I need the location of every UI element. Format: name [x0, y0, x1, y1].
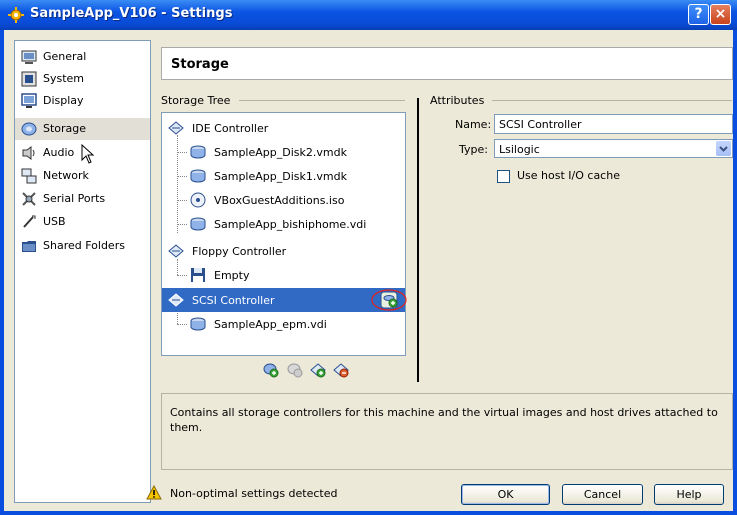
- shared-folders-icon: [22, 241, 36, 252]
- controller-icon: [168, 293, 184, 307]
- description-panel: Contains all storage controllers for thi…: [161, 393, 733, 470]
- hard-disk-icon: [190, 317, 206, 331]
- sidebar-item-serial-ports[interactable]: Serial Ports: [15, 188, 150, 210]
- window-title: SampleApp_V106 - Settings: [30, 6, 233, 21]
- tree-item-label: SampleApp_epm.vdi: [214, 318, 327, 331]
- tree-item-ide-controller[interactable]: IDE Controller: [162, 116, 405, 140]
- tree-item-scsi-controller[interactable]: SCSI Controller: [162, 288, 407, 312]
- serial-ports-icon: [22, 192, 36, 206]
- hard-disk-icon: [190, 145, 206, 159]
- type-label: Type:: [459, 143, 488, 156]
- tree-item-label: Floppy Controller: [192, 245, 287, 258]
- ok-button[interactable]: OK: [461, 484, 550, 505]
- cancel-label: Cancel: [583, 488, 622, 501]
- sidebar-item-label: USB: [43, 215, 66, 228]
- network-icon: [21, 168, 37, 184]
- sidebar-item-label: Shared Folders: [43, 239, 125, 252]
- sidebar-item-shared-folders[interactable]: Shared Folders: [15, 235, 150, 257]
- name-field[interactable]: SCSI Controller: [494, 114, 733, 134]
- close-button[interactable]: ×: [710, 4, 731, 25]
- help-button[interactable]: Help: [654, 484, 724, 505]
- gear-icon: [8, 7, 24, 23]
- tree-item-label: SCSI Controller: [192, 294, 275, 307]
- close-icon: ×: [714, 6, 727, 22]
- page-header: Storage: [161, 47, 733, 80]
- controller-icon: [168, 121, 184, 135]
- tree-item-label: SampleApp_Disk2.vmdk: [214, 146, 347, 159]
- sidebar-item-general[interactable]: General: [15, 46, 150, 68]
- sidebar-item-network[interactable]: Network: [15, 165, 150, 187]
- hard-disk-icon: [190, 217, 206, 231]
- remove-attachment-icon[interactable]: [287, 362, 303, 378]
- warning-icon: [146, 485, 162, 500]
- tree-item-label: Empty: [214, 269, 250, 282]
- tree-item-label: SampleApp_Disk1.vmdk: [214, 170, 347, 183]
- settings-sidebar: General System Display Storage Audio Net…: [14, 40, 151, 503]
- audio-icon: [22, 146, 35, 160]
- name-value: SCSI Controller: [499, 118, 582, 131]
- tree-item-floppy-empty[interactable]: Empty: [162, 263, 405, 287]
- add-attachment-icon[interactable]: [263, 362, 279, 378]
- tree-item-disk2[interactable]: SampleApp_Disk2.vmdk: [162, 140, 405, 164]
- storage-tree[interactable]: IDE Controller SampleApp_Disk2.vmdk Samp…: [161, 112, 407, 356]
- storage-tree-label: Storage Tree: [161, 94, 231, 107]
- storage-icon: [21, 122, 37, 136]
- usb-icon: [23, 215, 36, 228]
- group-separator: [492, 100, 732, 101]
- add-attachment-highlight-icon[interactable]: [370, 288, 410, 312]
- sidebar-item-system[interactable]: System: [15, 68, 150, 90]
- panel-splitter[interactable]: [417, 98, 419, 382]
- help-title-button[interactable]: ?: [688, 4, 709, 25]
- tree-item-floppy-controller[interactable]: Floppy Controller: [162, 239, 405, 263]
- floppy-icon: [191, 268, 205, 282]
- add-controller-icon[interactable]: [310, 362, 326, 378]
- attributes-label: Attributes: [430, 94, 485, 107]
- tree-item-label: IDE Controller: [192, 122, 269, 135]
- warning-text: Non-optimal settings detected: [170, 487, 338, 500]
- tree-item-label: SampleApp_bishiphome.vdi: [214, 218, 367, 231]
- sidebar-item-label: General: [43, 50, 87, 63]
- name-label: Name:: [455, 118, 492, 131]
- tree-item-guest-additions-iso[interactable]: VBoxGuestAdditions.iso: [162, 188, 405, 212]
- group-separator: [239, 100, 405, 101]
- sidebar-item-label: Audio: [43, 146, 75, 159]
- sidebar-item-storage[interactable]: Storage: [15, 118, 150, 140]
- type-select[interactable]: Lsilogic: [494, 139, 733, 158]
- page-title: Storage: [171, 57, 229, 72]
- host-io-cache-checkbox[interactable]: [497, 170, 510, 183]
- type-value: Lsilogic: [499, 143, 540, 156]
- mouse-cursor-icon: [81, 144, 95, 164]
- tree-item-label: VBoxGuestAdditions.iso: [214, 194, 345, 207]
- sidebar-item-label: System: [43, 72, 85, 85]
- hard-disk-icon: [190, 169, 206, 183]
- cancel-button[interactable]: Cancel: [562, 484, 643, 505]
- sidebar-item-display[interactable]: Display: [15, 90, 150, 112]
- sidebar-item-label: Display: [43, 94, 84, 107]
- tree-item-bishiphome-vdi[interactable]: SampleApp_bishiphome.vdi: [162, 212, 405, 236]
- remove-controller-icon[interactable]: [333, 362, 349, 378]
- display-icon: [21, 93, 37, 108]
- tree-item-disk1[interactable]: SampleApp_Disk1.vmdk: [162, 164, 405, 188]
- help-label: Help: [676, 488, 702, 501]
- sidebar-item-label: Storage: [43, 122, 87, 135]
- settings-window: SampleApp_V106 - Settings ? × General Sy…: [0, 0, 737, 515]
- tree-item-epm-vdi[interactable]: SampleApp_epm.vdi: [162, 312, 405, 336]
- sidebar-item-usb[interactable]: USB: [15, 211, 150, 233]
- title-bar[interactable]: SampleApp_V106 - Settings ? ×: [0, 0, 737, 30]
- sidebar-item-label: Serial Ports: [43, 192, 106, 205]
- sidebar-item-label: Network: [43, 169, 89, 182]
- general-icon: [21, 50, 37, 64]
- system-icon: [21, 71, 37, 87]
- ok-label: OK: [497, 488, 514, 501]
- cd-icon: [190, 192, 206, 208]
- chevron-down-icon[interactable]: [716, 141, 731, 156]
- controller-icon: [168, 244, 184, 258]
- description-text: Contains all storage controllers for thi…: [170, 406, 718, 434]
- host-io-cache-label: Use host I/O cache: [517, 169, 620, 182]
- help-icon: ?: [694, 6, 703, 22]
